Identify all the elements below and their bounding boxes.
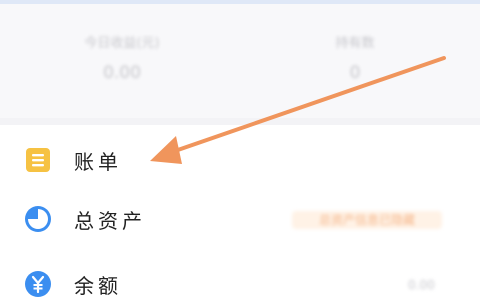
- menu-item-total-assets-label: 总资产: [74, 209, 146, 233]
- stat-today-value: 0.00: [103, 63, 141, 83]
- menu-item-bill-label: 账单: [74, 150, 122, 174]
- yuan-icon: [24, 270, 52, 298]
- menu-list: 账单 总资产 总资产信息已隐藏 余额 0.00: [0, 125, 480, 300]
- total-assets-value: 总资产信息已隐藏: [292, 211, 442, 229]
- stats-card: 今日收益(元) 0.00 持有数 0: [0, 4, 480, 118]
- menu-item-total-assets[interactable]: 总资产 总资产信息已隐藏: [0, 191, 480, 249]
- stat-holdings[interactable]: 持有数 0: [300, 32, 410, 83]
- stat-holdings-label: 持有数: [335, 36, 375, 51]
- pie-chart-icon: [24, 205, 52, 233]
- balance-value: 0.00: [408, 278, 435, 292]
- menu-item-balance[interactable]: 余额 0.00: [0, 256, 480, 300]
- stat-today[interactable]: 今日收益(元) 0.00: [62, 32, 182, 83]
- stat-today-label: 今日收益(元): [84, 36, 160, 51]
- bill-icon: [24, 146, 52, 174]
- menu-item-bill[interactable]: 账单: [0, 132, 480, 190]
- menu-item-balance-label: 余额: [74, 274, 122, 298]
- stat-holdings-value: 0: [349, 63, 361, 83]
